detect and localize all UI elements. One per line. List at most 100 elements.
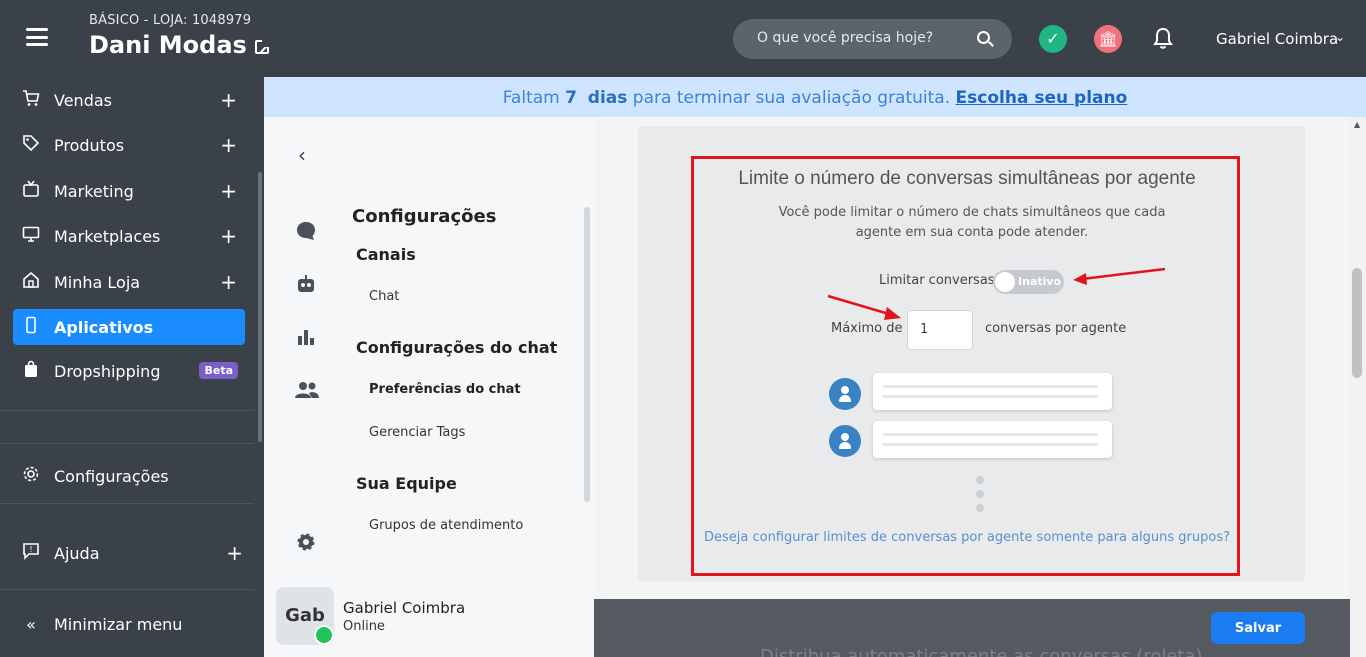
sidebar-item-label: Minha Loja <box>54 272 141 292</box>
limit-conversations-label: Limitar conversas <box>879 273 995 288</box>
panel-scrollbar[interactable] <box>584 207 590 502</box>
plus-icon[interactable]: + <box>220 133 237 157</box>
plus-icon[interactable]: + <box>220 88 237 112</box>
check-icon[interactable]: ✓ <box>1039 25 1067 53</box>
menu-icon[interactable] <box>26 28 48 46</box>
section-team: Sua Equipe <box>356 474 457 493</box>
section-channels: Canais <box>356 245 416 264</box>
bank-icon[interactable]: 🏛 <box>1094 25 1122 53</box>
divider <box>0 410 254 411</box>
user-menu[interactable]: Gabriel Coimbra <box>1216 30 1338 48</box>
sidebar-item-label: Dropshipping <box>54 361 161 381</box>
plus-icon[interactable]: + <box>226 541 243 565</box>
plus-icon[interactable]: + <box>220 179 237 203</box>
divider <box>0 589 254 590</box>
sidebar-item-label: Marketing <box>54 181 134 201</box>
monitor-icon <box>19 225 43 247</box>
toggle-knob <box>995 272 1015 292</box>
agent-name: Gabriel Coimbra <box>343 599 466 617</box>
choose-plan-link[interactable]: Escolha seu plano <box>956 88 1128 108</box>
gear-icon[interactable] <box>294 531 318 555</box>
home-icon <box>19 271 43 293</box>
main-scrollbar-track[interactable] <box>1350 117 1366 657</box>
sidebar-item-marketing[interactable]: Marketing + <box>13 173 245 209</box>
sidebar-item-minha-loja[interactable]: Minha Loja + <box>13 264 245 300</box>
agent-illustration-icon <box>829 425 861 457</box>
minimize-menu-button[interactable]: « Minimizar menu <box>13 606 245 642</box>
bell-icon[interactable] <box>1152 26 1174 50</box>
cart-icon <box>19 89 43 111</box>
search-input[interactable]: O que você precisa hoje? <box>757 30 933 46</box>
store-name[interactable]: Dani Modas <box>89 31 269 59</box>
sidebar-item-marketplaces[interactable]: Marketplaces + <box>13 218 245 254</box>
top-bar: BÁSICO - LOJA: 1048979 Dani Modas O que … <box>0 0 1366 77</box>
ellipsis-dot <box>976 504 984 512</box>
trial-banner: Faltam 7 dias para terminar sua avaliaçã… <box>264 77 1366 117</box>
double-chevron-left-icon: « <box>26 614 36 634</box>
bag-icon <box>19 360 43 382</box>
store-plan: BÁSICO - LOJA: 1048979 <box>89 13 252 28</box>
sidebar-item-label: Vendas <box>54 90 112 110</box>
plus-icon[interactable]: + <box>220 224 237 248</box>
sidebar: Vendas + Produtos + Marketing + Marketpl… <box>0 77 264 657</box>
section-chat-config: Configurações do chat <box>356 338 558 357</box>
svg-text:!: ! <box>29 545 32 554</box>
save-button[interactable]: Salvar <box>1211 612 1305 644</box>
nav-link-preferences[interactable]: Preferências do chat <box>369 382 521 397</box>
arrow-annotation-icon <box>827 294 901 320</box>
bar-chart-icon[interactable] <box>294 326 318 350</box>
nav-link-groups[interactable]: Grupos de atendimento <box>369 518 523 533</box>
robot-icon[interactable] <box>294 273 318 297</box>
section-description: Você pode limitar o número de chats simu… <box>778 205 1166 240</box>
divider <box>0 443 254 444</box>
sidebar-item-label: Ajuda <box>54 543 100 563</box>
agent-illustration-icon <box>829 378 861 410</box>
limit-conversations-toggle[interactable]: Inativo <box>993 270 1064 294</box>
external-link-icon[interactable] <box>254 40 269 54</box>
ellipsis-dot <box>976 476 984 484</box>
tag-icon <box>19 134 43 156</box>
main-scrollbar-thumb[interactable] <box>1352 268 1362 378</box>
agent-status: Online <box>343 619 385 634</box>
online-status-dot <box>314 625 334 645</box>
sidebar-item-label: Configurações <box>54 466 169 486</box>
max-conversations-input[interactable]: 1 <box>907 310 973 350</box>
arrow-annotation-icon <box>1073 267 1166 285</box>
nav-link-tags[interactable]: Gerenciar Tags <box>369 425 465 440</box>
sidebar-scrollbar[interactable] <box>258 172 262 442</box>
sidebar-item-label: Marketplaces <box>54 226 161 246</box>
chat-card-illustration <box>873 373 1112 410</box>
search-icon[interactable] <box>977 31 990 44</box>
team-icon[interactable] <box>294 379 319 403</box>
sidebar-item-dropshipping[interactable]: Dropshipping Beta <box>13 353 245 389</box>
section-title: Limite o número de conversas simultâneas… <box>738 168 1196 189</box>
gear-icon <box>19 465 43 487</box>
help-chat-icon: ! <box>19 542 43 564</box>
settings-panel: ‹ Configurações Canais Chat Configuraçõe… <box>264 117 594 657</box>
page-title: Configurações <box>352 206 497 227</box>
nav-link-chat[interactable]: Chat <box>369 289 399 304</box>
group-limits-link[interactable]: Deseja configurar limites de conversas p… <box>694 530 1240 545</box>
toggle-state-label: Inativo <box>1018 275 1062 288</box>
agent-status-card[interactable]: Gab Gabriel Coimbra Online <box>276 587 582 651</box>
store-name-label: Dani Modas <box>89 31 247 59</box>
back-arrow-icon[interactable]: ‹ <box>298 143 306 167</box>
sidebar-item-ajuda[interactable]: ! Ajuda + <box>13 535 245 571</box>
tv-icon <box>19 180 43 202</box>
beta-badge: Beta <box>199 362 238 379</box>
plus-icon[interactable]: + <box>220 270 237 294</box>
sidebar-item-vendas[interactable]: Vendas + <box>13 82 245 118</box>
sidebar-item-aplicativos[interactable]: Aplicativos <box>13 309 245 345</box>
chevron-down-icon[interactable]: ⌄ <box>1335 30 1345 44</box>
minimize-menu-label: Minimizar menu <box>54 614 183 634</box>
sidebar-item-label: Produtos <box>54 135 125 155</box>
phone-icon <box>19 316 43 338</box>
ellipsis-dot <box>976 490 984 498</box>
scroll-up-arrow-icon[interactable]: ▲ <box>1354 120 1360 129</box>
sidebar-item-configuracoes[interactable]: Configurações <box>13 458 245 494</box>
sidebar-item-produtos[interactable]: Produtos + <box>13 127 245 163</box>
conversations-per-agent-label: conversas por agente <box>985 321 1127 336</box>
search-bar[interactable]: O que você precisa hoje? <box>733 19 1012 59</box>
chat-bubble-icon[interactable] <box>294 220 318 244</box>
sidebar-item-label: Aplicativos <box>54 317 154 337</box>
